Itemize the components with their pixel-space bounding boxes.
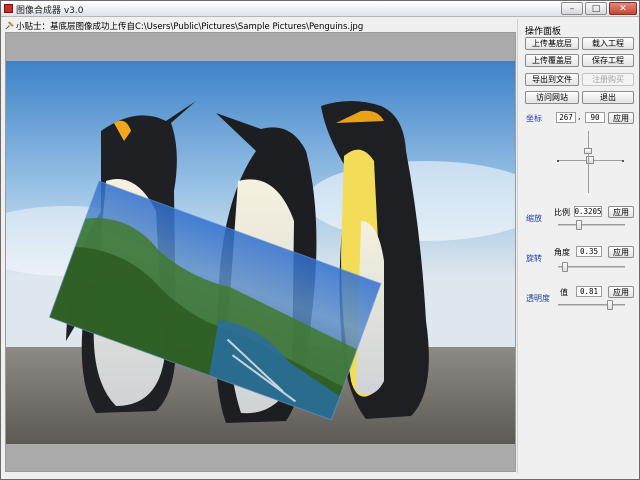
load-project-button[interactable]: 载入工程 — [582, 37, 634, 50]
panel-title: 操作面板 — [525, 27, 562, 37]
minimize-icon: – — [569, 3, 575, 14]
pan-right-tick — [622, 160, 624, 162]
scale-label: 缩放 — [526, 214, 542, 223]
scale-sublabel: 比例 — [554, 208, 570, 217]
pan-left-tick — [557, 160, 559, 162]
rotate-slider[interactable] — [558, 262, 625, 272]
exit-button[interactable]: 退出 — [582, 91, 634, 104]
opacity-sublabel: 值 — [560, 288, 568, 297]
upload-base-button[interactable]: 上传基底层 — [525, 37, 579, 50]
minimize-button[interactable]: – — [561, 2, 583, 15]
opacity-apply-button[interactable]: 应用 — [608, 286, 634, 298]
scale-value-input[interactable]: 0.3205 — [574, 206, 602, 217]
rotate-slider-thumb[interactable] — [562, 262, 568, 272]
close-icon: ✕ — [619, 3, 627, 14]
save-project-button[interactable]: 保存工程 — [582, 54, 634, 67]
title-bar[interactable]: 图像合成器 v3.0 – □ ✕ — [1, 1, 639, 17]
coords-label: 坐标 — [526, 114, 542, 123]
rotate-value-input[interactable]: 0.35 — [576, 246, 602, 257]
status-text: 小贴士：基底层图像成功上传自C:\Users\Public\Pictures\S… — [16, 22, 364, 32]
maximize-button[interactable]: □ — [585, 2, 607, 15]
register-buy-button[interactable]: 注册购买 — [582, 73, 634, 86]
status-line: 小贴士：基底层图像成功上传自C:\Users\Public\Pictures\S… — [5, 20, 515, 32]
window-title: 图像合成器 v3.0 — [16, 6, 84, 16]
rotate-apply-button[interactable]: 应用 — [608, 246, 634, 258]
pan-vertical-slider[interactable] — [584, 131, 594, 193]
pan-vertical-thumb[interactable] — [584, 148, 592, 154]
scale-slider[interactable] — [558, 220, 625, 230]
visit-site-button[interactable]: 访问网站 — [525, 91, 579, 104]
opacity-slider[interactable] — [558, 300, 625, 310]
export-file-button[interactable]: 导出到文件 — [525, 73, 579, 86]
rotate-sublabel: 角度 — [554, 248, 570, 257]
composite-image[interactable] — [6, 61, 515, 444]
coords-apply-button[interactable]: 应用 — [608, 112, 634, 124]
app-icon — [4, 4, 13, 13]
opacity-label: 透明度 — [526, 294, 550, 303]
opacity-value-input[interactable]: 0.81 — [576, 286, 602, 297]
close-button[interactable]: ✕ — [609, 2, 637, 15]
coord-y-input[interactable]: 90 — [585, 112, 605, 123]
coord-separator: , — [578, 112, 581, 121]
scale-slider-thumb[interactable] — [576, 220, 582, 230]
pin-icon — [5, 21, 14, 30]
composite-canvas[interactable] — [5, 32, 516, 472]
operation-panel: 操作面板 上传基底层 载入工程 上传覆盖层 保存工程 导出到文件 注册购买 访问… — [517, 19, 639, 473]
penguins-photo — [6, 61, 515, 444]
rotate-label: 旋转 — [526, 254, 542, 263]
main-window: 图像合成器 v3.0 – □ ✕ 小贴士：基底层图像成功上传自C:\Users\… — [0, 0, 640, 480]
maximize-icon: □ — [591, 3, 601, 14]
coord-x-input[interactable]: 267 — [556, 112, 576, 123]
scale-apply-button[interactable]: 应用 — [608, 206, 634, 218]
upload-overlay-button[interactable]: 上传覆盖层 — [525, 54, 579, 67]
opacity-slider-thumb[interactable] — [607, 300, 613, 310]
